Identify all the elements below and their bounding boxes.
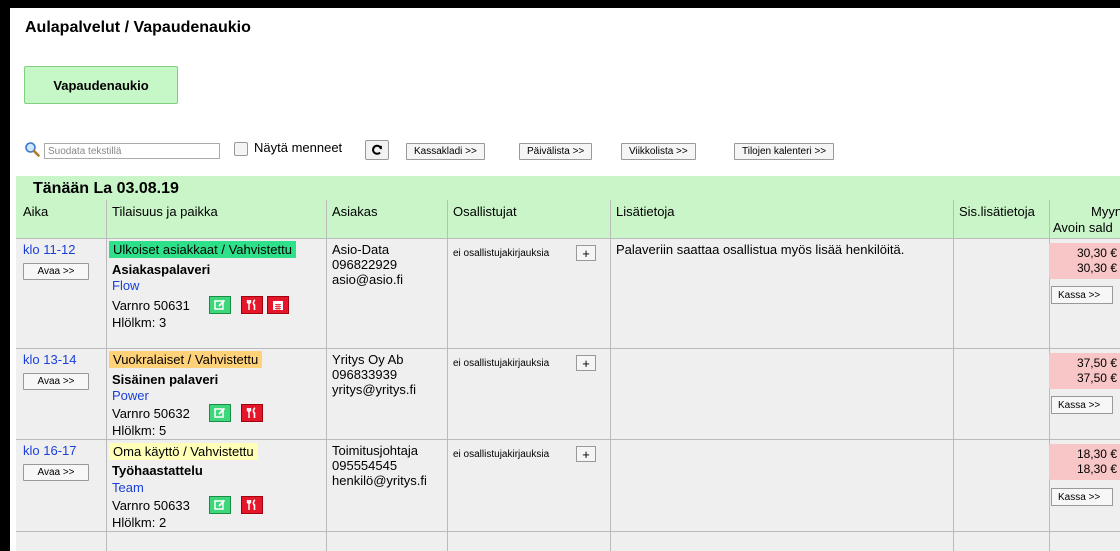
sales-box: 37,50 € 37,50 € [1049,353,1120,389]
customer-phone: 096822929 [332,257,398,272]
sales-box: 30,30 € 30,30 € [1049,243,1120,279]
time-link[interactable]: klo 16-17 [23,443,76,458]
participants-text: ei osallistujakirjauksia [453,358,550,369]
add-participant-button[interactable]: + [576,446,596,462]
show-past-label: Näytä menneet [254,140,343,155]
participants-text: ei osallistujakirjauksia [453,248,550,259]
status-badge: Vuokralaiset / Vahvistettu [109,351,263,368]
food-icon[interactable] [241,296,263,314]
person-count: Hlölkm: 2 [112,515,167,530]
event-title: Sisäinen palaveri [112,372,219,387]
person-count: Hlölkm: 5 [112,423,167,438]
tilojen-kalenteri-button[interactable]: Tilojen kalenteri >> [734,143,835,160]
status-badge: Oma käyttö / Vahvistettu [109,443,258,460]
customer-email: henkilö@yritys.fi [332,473,427,488]
edit-icon[interactable] [209,296,231,314]
toolbar: Näytä menneet Kassakladi >> Päivälista >… [24,140,1114,162]
paivalista-button[interactable]: Päivälista >> [519,143,593,160]
room-link[interactable]: Power [112,388,149,403]
refresh-button[interactable] [365,140,389,160]
time-link[interactable]: klo 11-12 [23,242,76,257]
page-title: Aulapalvelut / Vapaudenaukio [25,19,251,36]
reservation-number: Varnro 50631 [112,298,190,313]
show-past-checkbox[interactable] [234,142,248,156]
room-link[interactable]: Flow [112,278,139,293]
customer-phone: 095554545 [332,458,398,473]
column-header-myynti: Myyn [1091,204,1120,219]
balance-value: 30,30 € [1076,261,1117,275]
add-participant-button[interactable]: + [576,245,596,261]
column-header-tilaisuus: Tilaisuus ja paikka [112,204,218,219]
table-row: klo 13-14 Avaa >> Vuokralaiset / Vahvist… [16,348,1120,439]
viikkolista-button[interactable]: Viikkolista >> [621,143,696,160]
column-header-aika: Aika [23,204,49,219]
search-input[interactable] [44,143,220,159]
open-button[interactable]: Avaa >> [23,263,89,280]
day-header: Tänään La 03.08.19 [16,176,1120,200]
venue-button[interactable]: Vapaudenaukio [24,66,178,104]
page: Aulapalvelut / Vapaudenaukio Vapaudenauk… [10,8,1120,551]
calendar-icon[interactable] [267,296,289,314]
food-icon[interactable] [241,404,263,422]
edit-icon[interactable] [209,496,231,514]
reservation-number: Varnro 50633 [112,498,190,513]
room-link[interactable]: Team [112,480,144,495]
customer-email: asio@asio.fi [332,272,404,287]
balance-value: 37,50 € [1076,371,1117,385]
row-divider [16,531,1120,532]
refresh-icon [372,144,382,155]
search-icon [24,141,40,157]
kassa-button[interactable]: Kassa >> [1051,396,1113,414]
sales-value: 30,30 € [1076,246,1117,260]
reservation-number: Varnro 50632 [112,406,190,421]
customer-email: yritys@yritys.fi [332,382,416,397]
kassa-button[interactable]: Kassa >> [1051,488,1113,506]
event-title: Työhaastattelu [112,463,203,478]
day-panel: Tänään La 03.08.19 Aika Tilaisuus ja pai… [16,176,1120,551]
column-header-lisatietoja: Lisätietoja [616,204,675,219]
status-badge: Ulkoiset asiakkaat / Vahvistettu [109,241,296,258]
day-title: Tänään La 03.08.19 [33,180,179,197]
table-row: klo 11-12 Avaa >> Ulkoiset asiakkaat / V… [16,238,1120,348]
column-header-asiakas: Asiakas [332,204,378,219]
customer-phone: 096833939 [332,367,398,382]
edit-icon[interactable] [209,404,231,422]
food-icon[interactable] [241,496,263,514]
sales-box: 18,30 € 18,30 € [1049,444,1120,480]
table-row: klo 16-17 Avaa >> Oma käyttö / Vahvistet… [16,439,1120,531]
customer-name: Asio-Data [332,242,390,257]
column-header-osallistujat: Osallistujat [453,204,517,219]
kassa-button[interactable]: Kassa >> [1051,286,1113,304]
column-headers: Aika Tilaisuus ja paikka Asiakas Osallis… [16,200,1120,238]
kassakladi-button[interactable]: Kassakladi >> [406,143,485,160]
add-participant-button[interactable]: + [576,355,596,371]
open-button[interactable]: Avaa >> [23,464,89,481]
customer-name: Yritys Oy Ab [332,352,404,367]
notes-text: Palaveriin saattaa osallistua myös lisää… [616,242,905,257]
person-count: Hlölkm: 3 [112,315,167,330]
column-header-avoin-saldo: Avoin sald [1053,220,1113,235]
time-link[interactable]: klo 13-14 [23,352,76,367]
participants-text: ei osallistujakirjauksia [453,449,550,460]
column-header-sis-lisatietoja: Sis.lisätietoja [959,204,1035,219]
customer-name: Toimitusjohtaja [332,443,418,458]
sales-value: 37,50 € [1076,356,1117,370]
event-title: Asiakaspalaveri [112,262,211,277]
sales-value: 18,30 € [1076,447,1117,461]
open-button[interactable]: Avaa >> [23,373,89,390]
balance-value: 18,30 € [1076,462,1117,476]
